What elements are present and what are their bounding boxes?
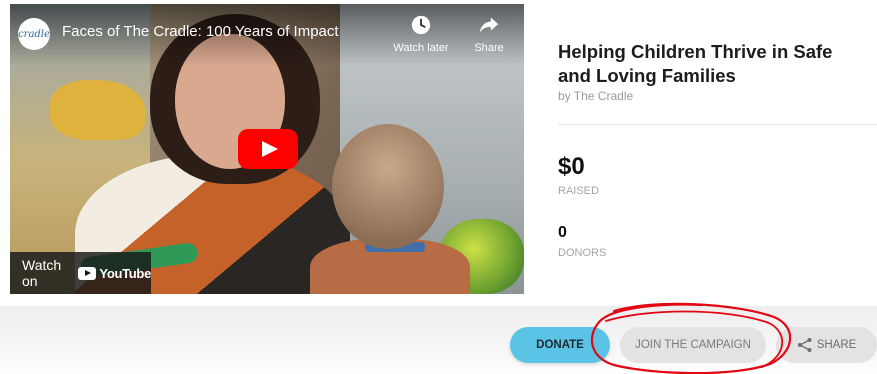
play-button[interactable] [238,129,298,169]
watch-later-label: Watch later [393,42,449,54]
donate-label: DONATE [536,339,584,351]
campaign-byline: by The Cradle [558,89,634,103]
share-label: SHARE [816,339,857,351]
share-arrow-icon [479,17,499,33]
divider [558,124,877,125]
share-icon [797,338,812,352]
youtube-logo: YouTube [78,266,151,281]
youtube-play-icon [78,266,97,280]
donors-count: 0 [558,224,567,241]
channel-logo[interactable]: cradle [18,18,50,50]
raised-amount: $0 [558,153,585,180]
raised-label: RAISED [558,185,599,197]
video-player[interactable]: cradle Faces of The Cradle: 100 Years of… [10,4,524,294]
video-share-label: Share [474,42,504,54]
youtube-label: YouTube [99,265,151,281]
channel-logo-text: cradle [18,28,50,40]
share-button[interactable]: SHARE [776,327,877,363]
campaign-title: Helping Children Thrive in Safe and Lovi… [558,41,833,86]
join-campaign-label: JOIN THE CAMPAIGN [635,339,751,351]
donors-label: DONORS [558,247,607,259]
watch-on-label: Watch on [22,257,62,289]
watch-later-button[interactable]: Watch later [386,14,456,54]
donate-button[interactable]: DONATE [510,327,610,363]
clock-icon [411,15,431,35]
watch-on-youtube-button[interactable]: Watch on YouTube [10,252,151,294]
play-icon [262,141,278,157]
video-title[interactable]: Faces of The Cradle: 100 Years of Impact [62,23,339,40]
join-campaign-button[interactable]: JOIN THE CAMPAIGN [620,327,766,363]
video-share-button[interactable]: Share [454,14,524,54]
